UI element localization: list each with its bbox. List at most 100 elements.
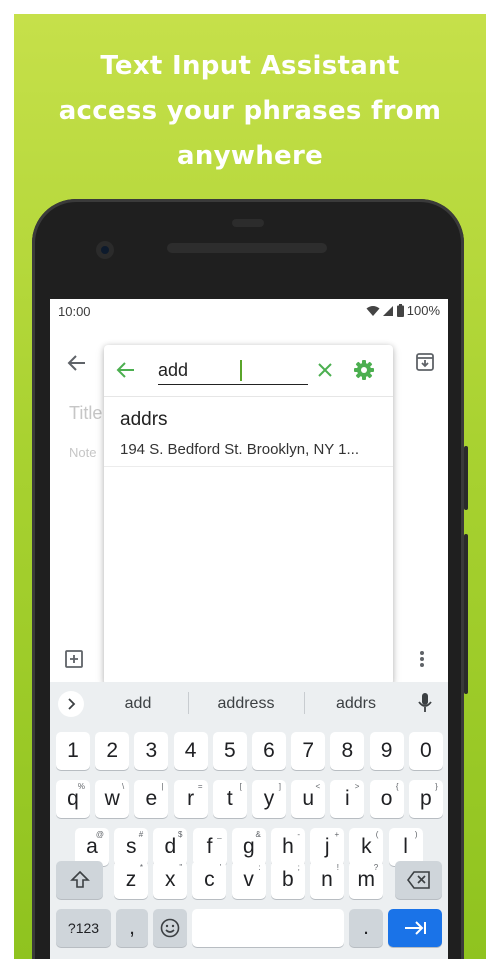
key-hint: = bbox=[197, 782, 203, 791]
add-box-icon[interactable] bbox=[64, 649, 84, 669]
key-7[interactable]: 7 bbox=[291, 732, 326, 770]
status-time: 10:00 bbox=[58, 304, 91, 319]
key-0[interactable]: 0 bbox=[408, 732, 443, 770]
key-label: h bbox=[282, 835, 294, 858]
popup-search-bar bbox=[104, 345, 393, 397]
key-e[interactable]: e | bbox=[134, 780, 169, 818]
key-label: i bbox=[345, 787, 350, 810]
key-hint: ' bbox=[219, 863, 222, 872]
key-label: d bbox=[164, 835, 177, 858]
key-2[interactable]: 2 bbox=[95, 732, 130, 770]
emoji-icon bbox=[160, 918, 180, 938]
shift-key[interactable] bbox=[56, 861, 103, 899]
key-6[interactable]: 6 bbox=[252, 732, 286, 770]
key-9[interactable]: 9 bbox=[369, 732, 404, 770]
note-title-placeholder[interactable]: Title bbox=[69, 403, 102, 424]
suggestion-2[interactable]: address bbox=[196, 695, 296, 713]
phrase-search-input[interactable] bbox=[158, 357, 308, 385]
headline: Text Input Assistant access your phrases… bbox=[14, 44, 486, 179]
key-5[interactable]: 5 bbox=[212, 732, 247, 770]
backspace-key[interactable] bbox=[395, 861, 442, 899]
key-n[interactable]: n! bbox=[310, 861, 344, 899]
phrase-result-item[interactable]: addrs 194 S. Bedford St. Brooklyn, NY 1.… bbox=[104, 399, 393, 467]
key-c[interactable]: c ' bbox=[192, 861, 227, 899]
key-hint: ! bbox=[336, 863, 339, 872]
back-arrow-icon[interactable] bbox=[67, 353, 87, 373]
key-label: e bbox=[145, 787, 158, 810]
mic-icon[interactable] bbox=[418, 693, 432, 713]
symbols-key-label: ?123 bbox=[67, 920, 100, 936]
sensor bbox=[232, 219, 264, 227]
key-label: p bbox=[419, 787, 432, 810]
key-hint: + bbox=[334, 830, 340, 839]
key-hint: [ bbox=[239, 782, 242, 791]
symbols-key[interactable]: ?123 bbox=[56, 909, 111, 947]
key-hint: > bbox=[354, 782, 360, 791]
gear-icon[interactable] bbox=[353, 359, 375, 381]
key-label: x bbox=[164, 868, 176, 891]
suggestion-divider bbox=[304, 692, 305, 714]
side-button-power bbox=[464, 446, 468, 510]
clear-icon[interactable] bbox=[316, 361, 334, 379]
key-u[interactable]: u < bbox=[291, 780, 326, 818]
battery-icon bbox=[396, 304, 404, 317]
key-label: l bbox=[403, 835, 408, 858]
key-label: j bbox=[324, 835, 330, 858]
earpiece-speaker bbox=[167, 243, 327, 253]
key-label: b bbox=[281, 868, 294, 891]
expand-suggestions-button[interactable] bbox=[58, 691, 84, 717]
suggestion-3[interactable]: addrs bbox=[312, 695, 400, 713]
suggestion-divider bbox=[188, 692, 189, 714]
key-label: 4 bbox=[184, 739, 197, 762]
status-icons: 100% bbox=[366, 303, 440, 318]
key-b[interactable]: b; bbox=[270, 861, 305, 899]
emoji-key[interactable] bbox=[153, 909, 187, 947]
key-4[interactable]: 4 bbox=[173, 732, 208, 770]
key-t[interactable]: t[ bbox=[212, 780, 247, 818]
back-arrow-icon[interactable] bbox=[116, 360, 136, 380]
space-key[interactable] bbox=[192, 909, 344, 947]
key-x[interactable]: x " bbox=[153, 861, 188, 899]
archive-icon[interactable] bbox=[415, 352, 435, 372]
key-label: n bbox=[321, 868, 333, 891]
side-button-extra bbox=[464, 594, 468, 694]
key-o[interactable]: o{ bbox=[369, 780, 404, 818]
key-q[interactable]: q% bbox=[56, 780, 90, 818]
key-y[interactable]: y] bbox=[252, 780, 286, 818]
key-label: u bbox=[302, 787, 315, 810]
enter-key[interactable] bbox=[388, 909, 442, 947]
headline-line-1: Text Input Assistant bbox=[100, 51, 400, 81]
key-w[interactable]: w \ bbox=[95, 780, 130, 818]
key-label: 0 bbox=[419, 739, 432, 762]
note-body-placeholder[interactable]: Note bbox=[69, 445, 96, 460]
key-hint: } bbox=[435, 782, 438, 791]
key-m[interactable]: m? bbox=[349, 861, 384, 899]
key-1[interactable]: 1 bbox=[56, 732, 90, 770]
period-key[interactable]: . bbox=[349, 909, 383, 947]
key-8[interactable]: 8 bbox=[330, 732, 365, 770]
front-camera bbox=[96, 241, 114, 259]
key-label: f bbox=[206, 835, 213, 858]
key-z[interactable]: z * bbox=[114, 861, 148, 899]
more-vert-icon[interactable] bbox=[418, 649, 426, 669]
status-bar: 10:00 100% bbox=[50, 299, 448, 323]
key-r[interactable]: r = bbox=[173, 780, 208, 818]
key-hint: < bbox=[315, 782, 321, 791]
key-hint: - bbox=[297, 830, 300, 839]
key-i[interactable]: i > bbox=[330, 780, 365, 818]
comma-key-label: , bbox=[129, 916, 135, 939]
comma-key[interactable]: , bbox=[116, 909, 148, 947]
suggestion-1[interactable]: add bbox=[92, 695, 184, 713]
key-3[interactable]: 3 bbox=[134, 732, 169, 770]
wifi-icon bbox=[366, 305, 380, 316]
key-label: r bbox=[187, 787, 195, 810]
key-hint: _ bbox=[217, 830, 222, 839]
key-hint: % bbox=[77, 782, 85, 791]
backspace-icon bbox=[406, 871, 430, 889]
phrase-result-text: 194 S. Bedford St. Brooklyn, NY 1... bbox=[120, 441, 360, 458]
key-p[interactable]: p} bbox=[408, 780, 443, 818]
key-label: 1 bbox=[67, 739, 79, 762]
key-hint: $ bbox=[177, 830, 183, 839]
key-hint: ] bbox=[278, 782, 281, 791]
key-v[interactable]: v: bbox=[231, 861, 266, 899]
